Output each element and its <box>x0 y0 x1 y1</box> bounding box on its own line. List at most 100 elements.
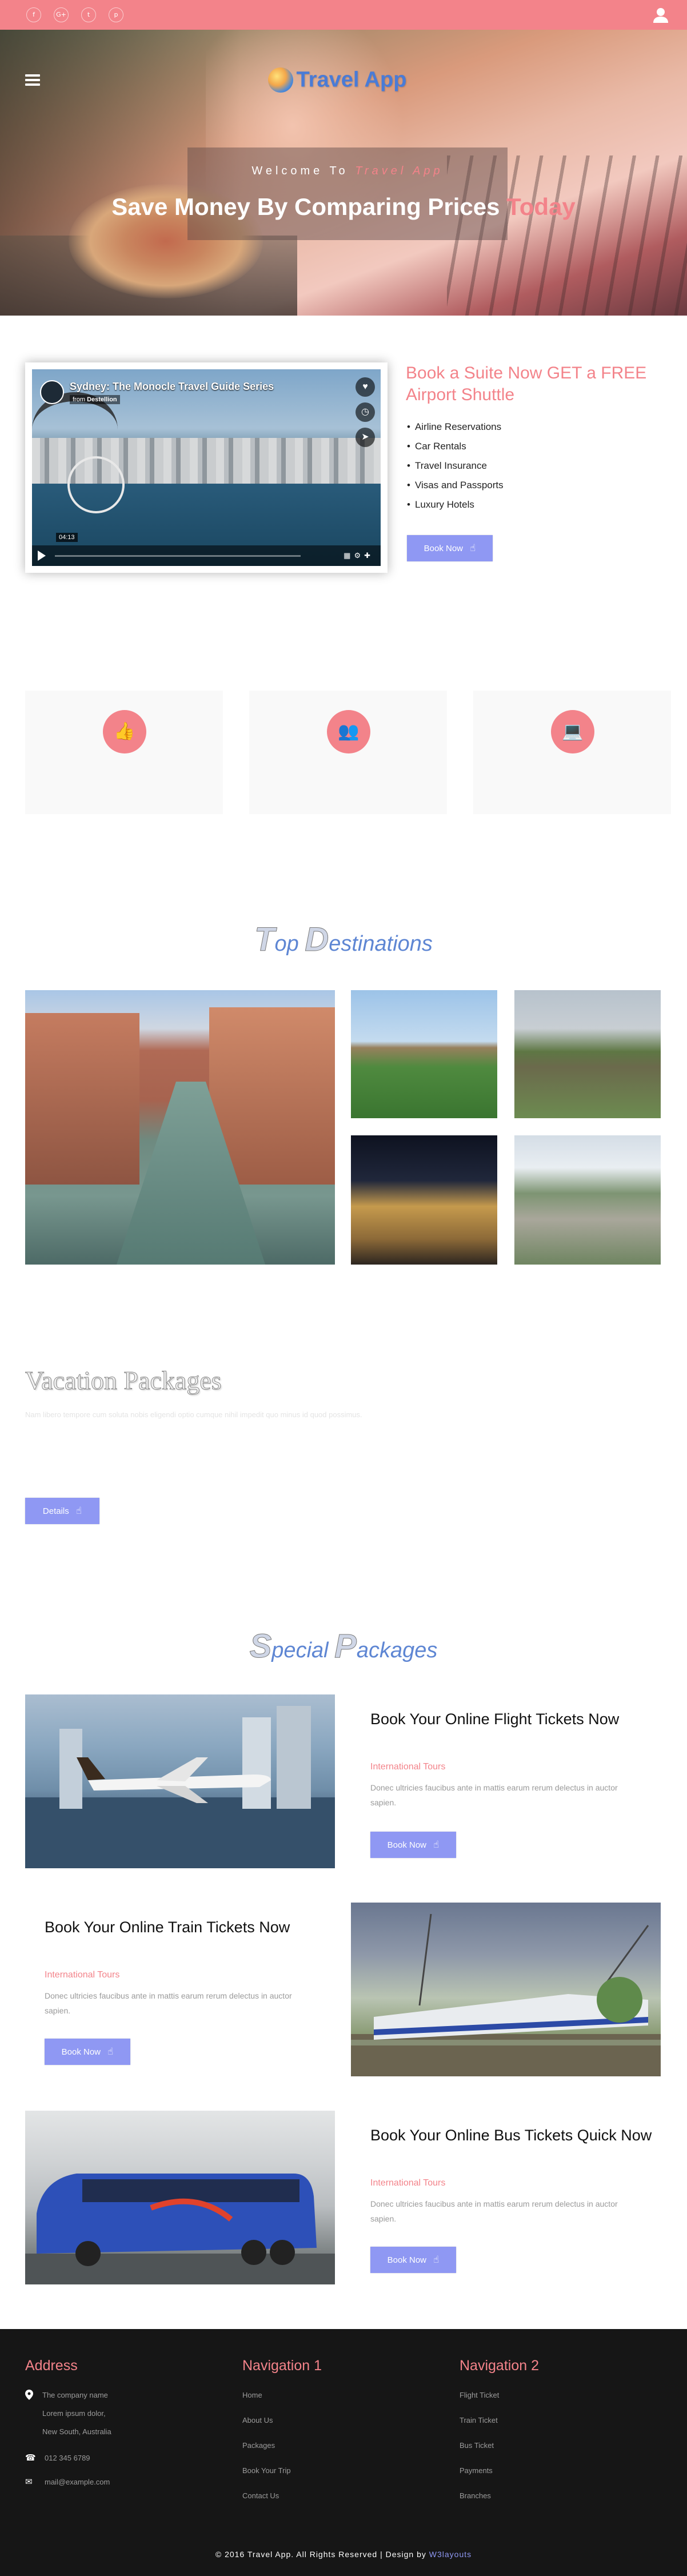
footer-link-payments[interactable]: Payments <box>460 2466 493 2475</box>
train-package-image[interactable] <box>351 1903 661 2076</box>
video-controls: 04:13 ▦⚙✚ <box>32 533 381 566</box>
map-marker-icon <box>25 2390 33 2400</box>
share-icon[interactable]: ➤ <box>356 428 375 447</box>
thumbs-up-icon: ☝ <box>433 1839 440 1851</box>
video-progress-bar[interactable] <box>55 555 301 557</box>
video-player[interactable]: Sydney: The Monocle Travel Guide Series … <box>32 369 381 566</box>
thumbs-up-icon: ☝ <box>75 1505 82 1517</box>
video-title[interactable]: Sydney: The Monocle Travel Guide Series <box>70 381 274 393</box>
train-package-title: Book Your Online Train Tickets Now <box>45 1919 290 1936</box>
facebook-icon[interactable]: f <box>26 7 41 22</box>
copyright-label: © 2016 Travel App. All Rights Reserved |… <box>215 2550 429 2559</box>
bus-illustration <box>25 2174 335 2284</box>
book-now-label: Book Now <box>424 543 463 553</box>
google-plus-icon[interactable]: G+ <box>54 7 69 22</box>
footer-link-packages[interactable]: Packages <box>242 2441 275 2450</box>
feature-box-3: 💻 <box>473 691 671 814</box>
footer-link-contact[interactable]: Contact Us <box>242 2491 279 2500</box>
email-link[interactable]: mail@example.com <box>45 2478 110 2486</box>
train-package-subtitle: International Tours <box>45 1970 120 1980</box>
footer-link-about[interactable]: About Us <box>242 2416 273 2425</box>
video-source: from Destellion <box>70 394 120 404</box>
tagline-accent: Today <box>506 193 576 220</box>
bus-package-image[interactable] <box>25 2111 335 2284</box>
designer-link[interactable]: W3layouts <box>429 2550 472 2559</box>
copyright-text: © 2016 Travel App. All Rights Reserved |… <box>0 2550 687 2559</box>
welcome-text: Welcome To Travel App <box>187 165 508 178</box>
destination-image-valley-town[interactable] <box>514 1135 661 1265</box>
book-now-button[interactable]: Book Now ☝ <box>407 535 493 561</box>
heading-word: op <box>274 932 305 956</box>
book-bus-button[interactable]: Book Now ☝ <box>370 2247 456 2273</box>
list-item: Visas and Passports <box>407 479 647 499</box>
user-icon[interactable] <box>653 7 669 23</box>
video-frame: Sydney: The Monocle Travel Guide Series … <box>25 362 388 573</box>
video-settings-icons[interactable]: ▦⚙✚ <box>344 551 374 560</box>
book-flight-button[interactable]: Book Now ☝ <box>370 1832 456 1858</box>
list-item: Luxury Hotels <box>407 499 647 518</box>
destination-image-venice[interactable] <box>25 990 335 1265</box>
footer-link-flight-ticket[interactable]: Flight Ticket <box>460 2391 499 2399</box>
heading-initial: T <box>254 921 275 959</box>
list-item: Airline Reservations <box>407 421 647 440</box>
book-now-label: Book Now <box>387 2255 426 2265</box>
footer-link-bus-ticket[interactable]: Bus Ticket <box>460 2441 494 2450</box>
phone-number[interactable]: 012 345 6789 <box>45 2454 90 2462</box>
heading-initial: S <box>249 1628 272 1665</box>
destination-image-castle[interactable] <box>351 990 497 1118</box>
pinterest-icon[interactable]: p <box>109 7 123 22</box>
heading-initial: D <box>305 921 329 959</box>
welcome-brand: Travel App <box>355 165 444 177</box>
heading-initial: P <box>334 1628 357 1665</box>
heading-word: ackages <box>356 1638 438 1662</box>
address-line-3: New South, Australia <box>42 2427 111 2436</box>
footer-address-heading: Address <box>25 2358 78 2374</box>
airplane-illustration <box>25 1706 335 1868</box>
menu-icon[interactable] <box>25 74 40 86</box>
address-line-2: Lorem ipsum dolor, <box>42 2409 106 2418</box>
flight-package-image[interactable] <box>25 1694 335 1868</box>
train-package-description: Donec ultricies faucibus ante in mattis … <box>45 1991 292 2015</box>
phone-icon: ☎ <box>25 2453 36 2463</box>
footer-link-branches[interactable]: Branches <box>460 2491 491 2500</box>
heading-word: pecial <box>271 1638 335 1662</box>
hero-banner: Travel App Welcome To Travel App Save Mo… <box>0 30 687 316</box>
video-source-name[interactable]: Destellion <box>87 396 117 403</box>
play-icon[interactable] <box>38 551 46 561</box>
book-train-button[interactable]: Book Now ☝ <box>45 2039 130 2065</box>
thumbs-up-icon: ☝ <box>107 2046 114 2057</box>
tagline-main: Save Money By Comparing Prices <box>111 193 507 220</box>
video-ferris-wheel <box>67 456 125 513</box>
hero-tagline: Save Money By Comparing Prices Today <box>86 193 601 221</box>
twitter-icon[interactable]: t <box>81 7 96 22</box>
footer-nav2-heading: Navigation 2 <box>460 2358 539 2374</box>
special-packages-heading: Special Packages <box>0 1627 687 1665</box>
feature-box-2: 👥 <box>249 691 447 814</box>
laptop-icon[interactable]: 💻 <box>551 710 594 753</box>
top-destinations-heading: Top Destinations <box>0 920 687 959</box>
channel-avatar[interactable] <box>40 380 64 404</box>
top-bar: f G+ t p <box>0 0 687 30</box>
list-item: Car Rentals <box>407 440 647 460</box>
footer-link-book-trip[interactable]: Book Your Trip <box>242 2466 291 2475</box>
users-icon[interactable]: 👥 <box>327 710 370 753</box>
destination-image-opera-house[interactable] <box>351 1135 497 1265</box>
video-duration: 04:13 <box>56 533 78 542</box>
flight-package-description: Donec ultricies faucibus ante in mattis … <box>370 1783 618 1807</box>
site-logo[interactable]: Travel App <box>240 67 434 99</box>
address-line-1: The company name <box>42 2391 108 2399</box>
like-heart-icon[interactable]: ♥ <box>356 377 375 397</box>
details-button[interactable]: Details ☝ <box>25 1498 99 1524</box>
book-now-label: Book Now <box>387 1840 426 1850</box>
services-list: Airline Reservations Car Rentals Travel … <box>407 421 647 518</box>
video-from-label: from <box>73 396 87 403</box>
suite-title: Book a Suite Now GET a FREE Airport Shut… <box>406 364 647 404</box>
book-now-label: Book Now <box>61 2047 101 2057</box>
footer <box>0 2329 687 2576</box>
thumbs-up-icon[interactable]: 👍 <box>103 710 146 753</box>
footer-link-home[interactable]: Home <box>242 2391 262 2399</box>
list-item: Travel Insurance <box>407 460 647 479</box>
watch-later-clock-icon[interactable]: ◷ <box>356 402 375 422</box>
footer-link-train-ticket[interactable]: Train Ticket <box>460 2416 498 2425</box>
destination-image-highlands[interactable] <box>514 990 661 1118</box>
